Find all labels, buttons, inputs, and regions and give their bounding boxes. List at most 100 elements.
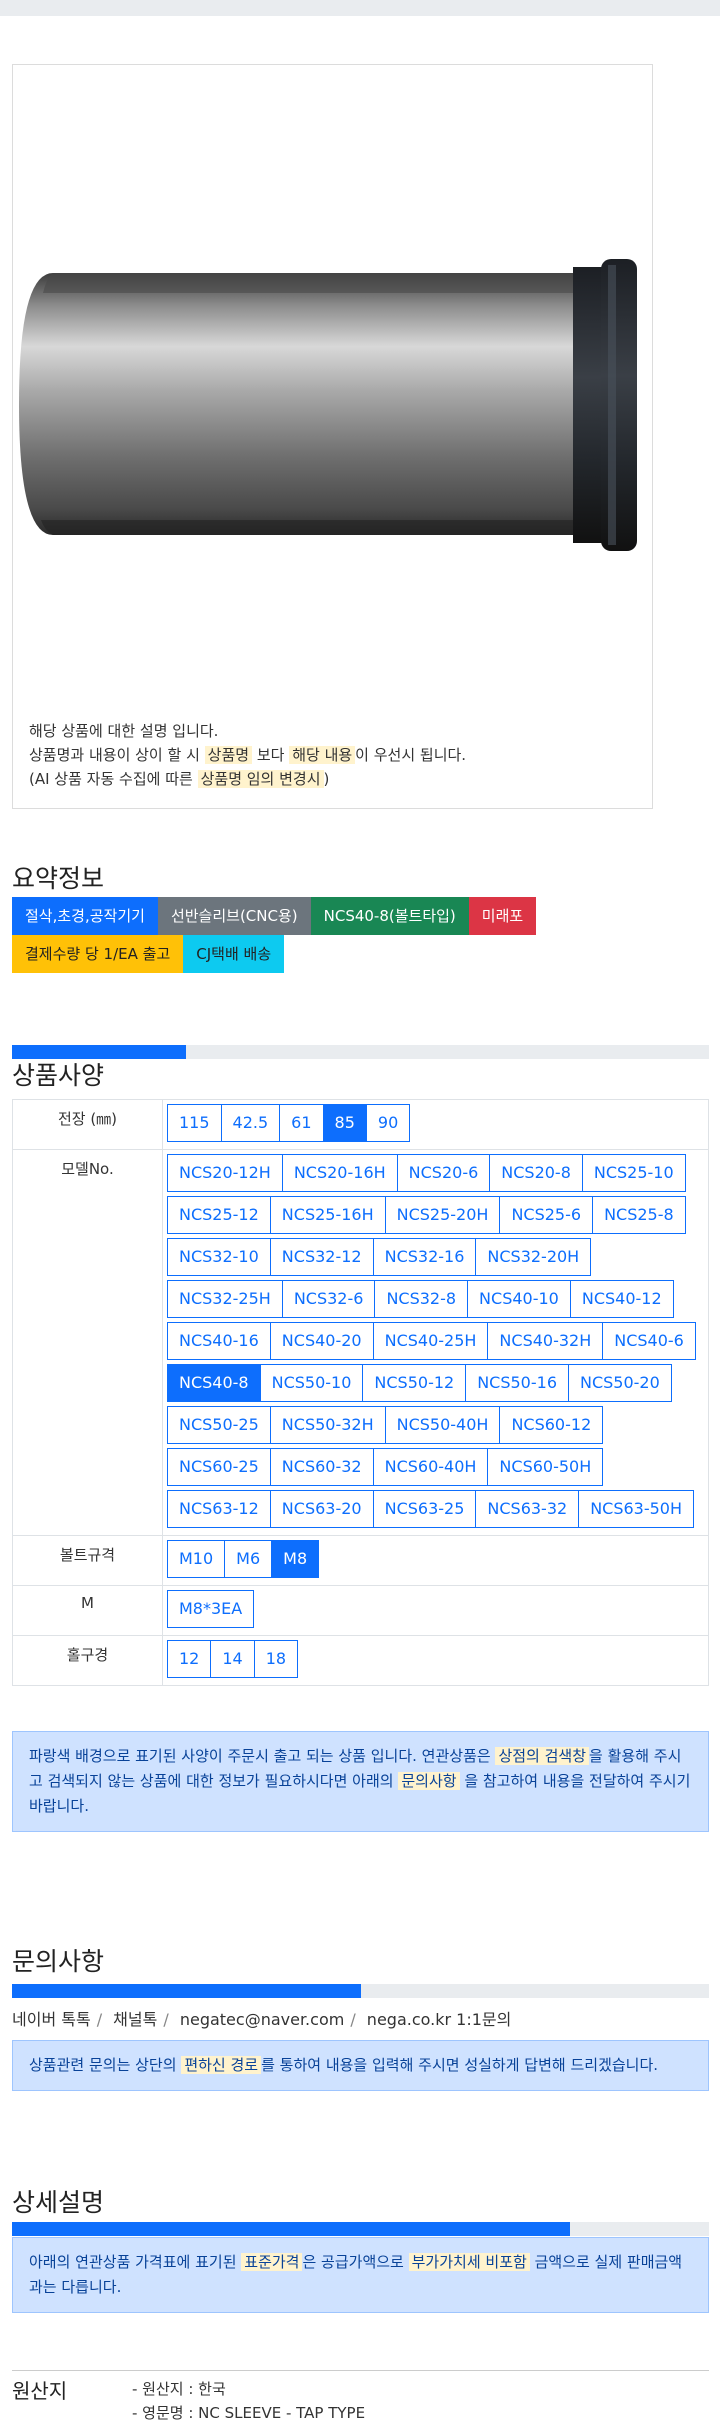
spec-option-button[interactable]: NCS32-12 [269,1238,374,1276]
inquiry-progress [12,1984,709,1998]
spec-option-button[interactable]: NCS40-16 [167,1322,271,1360]
origin-section: 원산지 - 원산지 : 한국 - 영문명 : NC SLEEVE - TAP T… [12,2370,709,2422]
spec-option-button[interactable]: 18 [253,1640,299,1678]
spec-row-options: 115 42.5 61 85 90 [162,1099,709,1150]
inquiry-notice: 상품관련 문의는 상단의 편하신 경로 를 통하여 내용을 입력해 주시면 성실하… [12,2040,709,2091]
spec-option-button[interactable]: NCS25-10 [581,1154,686,1192]
spec-option-button[interactable]: NCS40-10 [467,1280,571,1318]
spec-option-button[interactable]: 42.5 [220,1104,281,1142]
detail-progress [12,2222,709,2236]
spec-row-options: M10 M6 M8 [162,1535,709,1586]
spec-row: M M8*3EA [12,1585,709,1636]
spec-option-button[interactable]: NCS50-32H [269,1406,386,1444]
spec-option-button[interactable]: NCS20-6 [396,1154,491,1192]
spec-option-button[interactable]: NCS32-16 [372,1238,477,1276]
spec-option-button[interactable]: NCS32-25H [167,1280,283,1318]
contact-site-inquiry[interactable]: nega.co.kr 1:1문의 [367,2010,512,2029]
spec-option-button[interactable]: 61 [279,1104,324,1142]
spec-option-button[interactable]: 90 [365,1104,411,1142]
origin-english-name: - 영문명 : NC SLEEVE - TAP TYPE [132,2404,366,2422]
spec-option-button[interactable]: NCS25-12 [167,1196,271,1234]
spec-option-button[interactable]: NCS63-25 [372,1490,477,1528]
spec-option-button[interactable]: NCS32-10 [167,1238,271,1276]
spec-option-button[interactable]: 12 [167,1640,212,1678]
spec-option-button[interactable]: NCS50-12 [362,1364,467,1402]
spec-option-button[interactable]: NCS50-25 [167,1406,271,1444]
spec-row-label: 모델No. [12,1149,163,1536]
spec-row-label: 홀구경 [12,1635,163,1686]
contact-breadcrumb: 네이버 톡톡 / 채널톡 / negatec@naver.com / nega.co.… [12,2010,512,2029]
product-description: 해당 상품에 대한 설명 입니다. 상품명과 내용이 상이 할 시 상품명 보다… [29,719,466,791]
spec-row: 볼트규격 M10 M6 M8 [12,1535,709,1586]
spec-option-button[interactable]: NCS50-40H [384,1406,501,1444]
spec-notice: 파랑색 배경으로 표기된 사양이 주문시 출고 되는 상품 입니다. 연관상품은… [12,1731,709,1832]
spec-option-button[interactable]: M10 [167,1540,226,1578]
origin-title: 원산지 [12,2379,68,2403]
spec-row: 홀구경 12 14 18 [12,1635,709,1686]
spec-option-button[interactable]: NCS60-50H [487,1448,604,1486]
spec-table: 전장 (㎜) 115 42.5 61 85 90 모델No. NCS20-12H NCS20-1… [12,1099,709,1686]
badge-model: NCS40-8(볼트타입) [310,897,469,935]
spec-option-button[interactable]: NCS63-12 [167,1490,271,1528]
spec-option-button[interactable]: NCS20-16H [281,1154,398,1192]
spec-title: 상품사양 [12,1061,105,1090]
inquiry-title: 문의사항 [12,1947,105,1976]
spec-option-button[interactable]: NCS25-6 [499,1196,594,1234]
badge-subcategory: 선반슬리브(CNC용) [157,897,311,935]
spec-option-button[interactable]: NCS40-25H [372,1322,489,1360]
spec-progress [12,1045,709,1059]
origin-list: - 원산지 : 한국 - 영문명 : NC SLEEVE - TAP TYPE [132,2377,365,2425]
spec-option-button[interactable]: NCS40-20 [269,1322,374,1360]
desc-line-2: 상품명과 내용이 상이 할 시 상품명 보다 해당 내용 이 우선시 됩니다. [29,746,467,764]
spec-option-button[interactable]: NCS40-6 [602,1322,696,1360]
spec-option-button[interactable]: NCS60-12 [499,1406,604,1444]
spec-option-button[interactable]: NCS50-10 [259,1364,364,1402]
contact-channel-talk[interactable]: 채널톡 [113,2010,157,2029]
spec-option-button[interactable]: NCS60-32 [269,1448,374,1486]
spec-option-button[interactable]: NCS32-8 [374,1280,469,1318]
spec-row: 모델No. NCS20-12H NCS20-16H NCS20-6 NCS20-8 NCS… [12,1149,709,1536]
spec-row-options: NCS20-12H NCS20-16H NCS20-6 NCS20-8 NCS25-10… [162,1149,709,1536]
spec-option-button[interactable]: NCS32-20H [475,1238,592,1276]
desc-line-1: 해당 상품에 대한 설명 입니다. [29,722,219,740]
spec-option-button[interactable]: NCS63-50H [578,1490,695,1528]
detail-title: 상세설명 [12,2188,105,2217]
spec-option-button[interactable]: NCS40-12 [569,1280,674,1318]
spec-option-button[interactable]: M8 [271,1540,320,1578]
spec-option-button[interactable]: NCS40-32H [487,1322,604,1360]
spec-option-button[interactable]: NCS25-20H [384,1196,501,1234]
spec-option-button[interactable]: NCS40-8 [167,1364,261,1402]
product-card: 해당 상품에 대한 설명 입니다. 상품명과 내용이 상이 할 시 상품명 보다… [12,64,653,809]
spec-option-button[interactable]: NCS20-12H [167,1154,283,1192]
top-bar [0,0,720,16]
desc-line-3: (AI 상품 자동 수집에 따른 상품명 임의 변경시) [29,770,330,788]
spec-option-button[interactable]: 85 [322,1104,367,1142]
detail-notice: 아래의 연관상품 가격표에 표기된 표준가격 은 공급가액으로 부가가치세 비포함… [12,2237,709,2313]
spec-option-button[interactable]: NCS63-20 [269,1490,374,1528]
spec-option-button[interactable]: M8*3EA [167,1590,255,1628]
spec-row-label: M [12,1585,163,1636]
contact-naver-talk[interactable]: 네이버 톡톡 [12,2010,91,2029]
badge-brand: 미래포 [468,897,537,935]
badge-delivery: CJ택배 배송 [183,935,285,973]
spec-row: 전장 (㎜) 115 42.5 61 85 90 [12,1099,709,1150]
spec-option-button[interactable]: NCS20-8 [489,1154,583,1192]
spec-option-button[interactable]: NCS60-40H [372,1448,489,1486]
spec-option-button[interactable]: M6 [224,1540,273,1578]
origin-country: - 원산지 : 한국 [132,2380,226,2398]
spec-option-button[interactable]: NCS50-20 [568,1364,672,1402]
spec-option-button[interactable]: NCS25-16H [269,1196,386,1234]
spec-option-button[interactable]: NCS50-16 [465,1364,569,1402]
spec-row-options: M8*3EA [162,1585,709,1636]
product-image [19,259,637,551]
spec-option-button[interactable]: NCS63-32 [475,1490,580,1528]
contact-email[interactable]: negatec@naver.com [180,2010,344,2029]
spec-row-label: 볼트규격 [12,1535,163,1586]
spec-option-button[interactable]: 14 [210,1640,255,1678]
spec-option-button[interactable]: NCS32-6 [281,1280,376,1318]
spec-option-button[interactable]: NCS25-8 [592,1196,686,1234]
summary-title: 요약정보 [12,864,105,893]
spec-option-button[interactable]: NCS60-25 [167,1448,271,1486]
spec-option-button[interactable]: 115 [167,1104,222,1142]
spec-row-options: 12 14 18 [162,1635,709,1686]
